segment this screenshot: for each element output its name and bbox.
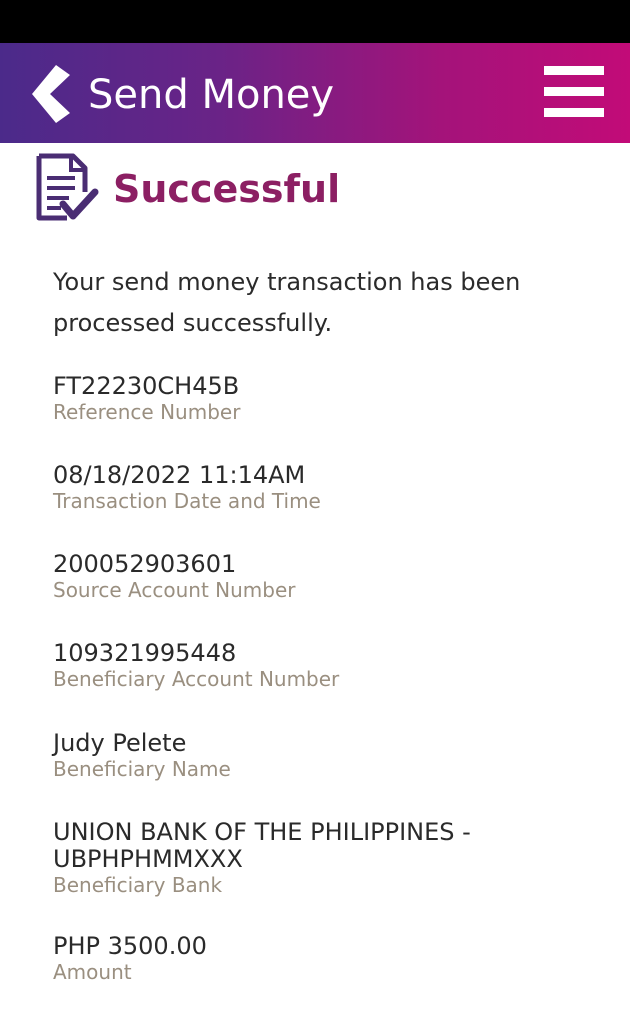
detail-value: FT22230CH45B bbox=[53, 372, 240, 400]
app-bar: Send Money bbox=[0, 43, 630, 143]
detail-beneficiary-name: Judy Pelete Beneficiary Name bbox=[53, 730, 613, 782]
detail-value: 200052903601 bbox=[53, 550, 237, 578]
detail-value: Judy Pelete bbox=[53, 729, 187, 757]
detail-value: UNION BANK OF THE PHILIPPINES - UBPHPHMM… bbox=[53, 818, 471, 873]
detail-label: Source Account Number bbox=[53, 578, 296, 602]
detail-value: 109321995448 bbox=[53, 639, 237, 667]
detail-label: Reference Number bbox=[53, 400, 241, 424]
status-message: Your send money transaction has been pro… bbox=[53, 268, 521, 337]
status-title: Successful bbox=[113, 167, 341, 211]
back-button[interactable] bbox=[26, 63, 76, 125]
menu-button[interactable] bbox=[540, 63, 608, 119]
page-title: Send Money bbox=[88, 72, 335, 118]
status-bar bbox=[0, 0, 630, 43]
detail-amount: PHP 3500.00 Amount bbox=[53, 933, 613, 985]
detail-reference-number: FT22230CH45B Reference Number bbox=[53, 373, 613, 425]
document-check-icon bbox=[33, 152, 99, 226]
detail-label: Beneficiary Name bbox=[53, 757, 231, 781]
hamburger-menu-icon bbox=[544, 66, 604, 75]
detail-source-account: 200052903601 Source Account Number bbox=[53, 551, 613, 603]
detail-label: Transaction Date and Time bbox=[53, 489, 321, 513]
detail-value: PHP 3500.00 bbox=[53, 932, 207, 960]
detail-label: Beneficiary Account Number bbox=[53, 667, 340, 691]
chevron-left-icon bbox=[32, 65, 70, 123]
detail-value: 08/18/2022 11:14AM bbox=[53, 461, 306, 489]
detail-transaction-date: 08/18/2022 11:14AM Transaction Date and … bbox=[53, 462, 613, 514]
detail-beneficiary-account: 109321995448 Beneficiary Account Number bbox=[53, 640, 613, 692]
detail-label: Beneficiary Bank bbox=[53, 873, 223, 897]
detail-beneficiary-bank: UNION BANK OF THE PHILIPPINES - UBPHPHMM… bbox=[53, 819, 523, 898]
detail-label: Amount bbox=[53, 960, 132, 984]
